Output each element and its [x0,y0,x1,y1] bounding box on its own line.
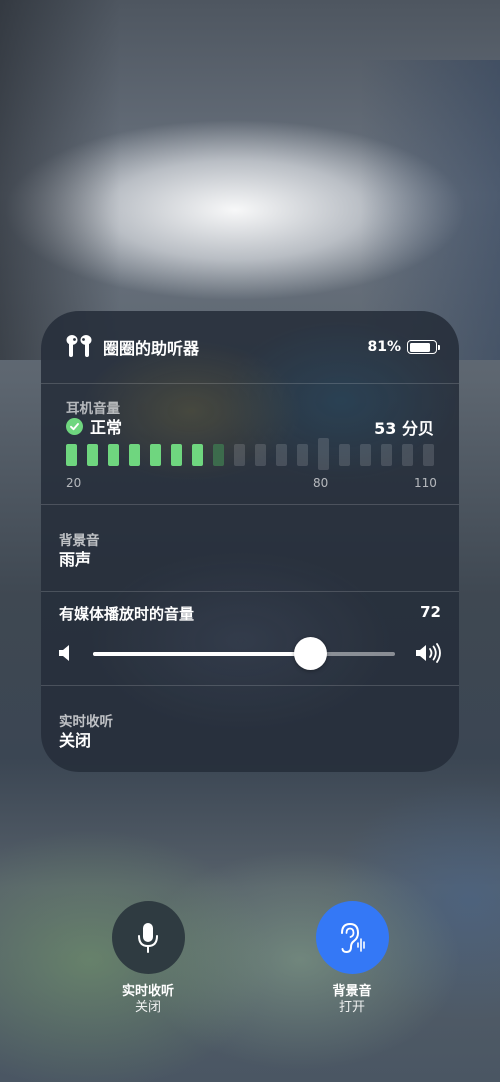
slider-thumb[interactable] [293,637,327,670]
meter-segment [381,444,392,466]
media-volume-value: 72 [420,603,441,621]
meter-segment [87,444,98,466]
live-listen-value: 关闭 [59,731,92,750]
device-header: 圈圈的助听器 81% [41,311,459,384]
meter-segment [423,444,434,466]
background-sounds-button[interactable] [315,901,389,974]
live-listen-control-state: 关闭 [134,1000,161,1015]
battery-fill [409,342,430,352]
live-listen-row[interactable]: 实时收听 关闭 [41,686,459,772]
hearing-control-card: 圈圈的助听器 81% 耳机音量 正常 53 分贝 20 80 110 背景音 雨… [41,311,459,772]
meter-segment [150,444,161,466]
meter-segment [276,444,287,466]
device-name: 圈圈的助听器 [103,339,200,358]
meter-segment [108,444,119,466]
live-listen-control: 实时收听 关闭 [88,901,208,1016]
ear-icon [341,922,365,953]
live-listen-control-label: 实时收听 [121,984,174,999]
speaker-high-icon [416,643,441,663]
meter-segment [255,444,266,466]
microphone-icon [138,922,158,953]
meter-segment [360,444,371,466]
background-sounds-control-state: 打开 [338,1000,365,1015]
meter-segment [192,444,203,466]
meter-segment [213,444,224,466]
slider-track [93,652,395,656]
slider-fill [93,652,311,656]
meter-segment [129,444,140,466]
meter-segment [318,438,329,470]
meter-segment [66,444,77,466]
background-sounds-control: 背景音 打开 [292,901,412,1016]
battery-percent: 81% [367,339,401,355]
background-sounds-value: 雨声 [59,550,92,569]
meter-segment [234,444,245,466]
checkmark-icon [66,417,83,435]
meter-tick-110: 110 [414,476,437,490]
meter-segment [297,444,308,466]
media-volume-title: 有媒体播放时的音量 [59,605,195,623]
meter-tick-20: 20 [66,476,82,490]
media-volume-slider[interactable] [58,636,443,670]
background-sounds-control-label: 背景音 [332,984,372,999]
speaker-low-icon [59,645,69,661]
media-volume-section: 有媒体播放时的音量 72 [41,592,459,686]
meter-segment [339,444,350,466]
meter-segment [171,444,182,466]
meter-segment [402,444,413,466]
volume-level-meter [66,438,436,476]
airpods-icon [66,335,92,357]
live-listen-button[interactable] [111,901,185,974]
battery-icon [407,340,440,354]
background-shade-left [0,0,120,360]
headphone-volume-section[interactable]: 耳机音量 正常 53 分贝 20 80 110 [41,384,459,505]
headphone-volume-db: 53 分贝 [374,419,434,438]
headphone-volume-status-text: 正常 [90,418,123,437]
headphone-volume-status: 正常 [66,414,122,438]
background-sounds-row[interactable]: 背景音 雨声 [41,505,459,592]
meter-tick-80: 80 [313,476,329,490]
